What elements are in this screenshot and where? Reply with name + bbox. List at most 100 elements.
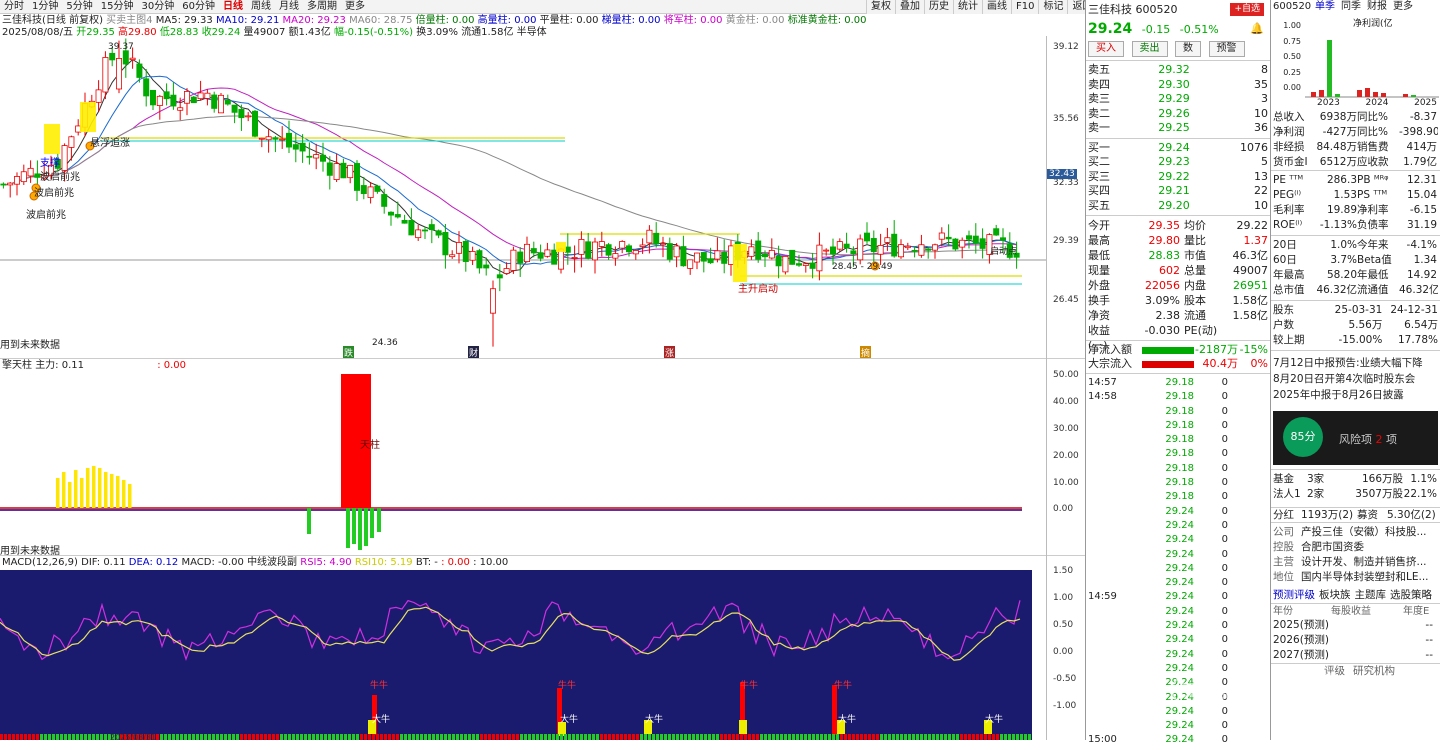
candle-body xyxy=(932,244,939,251)
status-strip xyxy=(676,734,679,740)
candle-body xyxy=(190,96,197,104)
candle-body xyxy=(646,229,653,244)
forecast-head: 年份 每股收益 年度E xyxy=(1271,603,1440,618)
period-tab[interactable]: 多周期 xyxy=(303,0,341,13)
fin-years: 2023 2024 2025 xyxy=(1317,98,1437,108)
status-strip xyxy=(972,734,975,740)
fin-tab[interactable]: 财报 xyxy=(1367,0,1387,14)
candle-body xyxy=(313,154,320,159)
news-item[interactable]: 2025年中报于8月26日披露 xyxy=(1273,387,1438,403)
status-strip xyxy=(860,734,863,740)
fin-tab[interactable]: 更多 xyxy=(1393,0,1413,14)
fq-button[interactable]: 复权 xyxy=(866,0,895,14)
fin-tab[interactable]: 单季 xyxy=(1315,0,1335,14)
status-strip xyxy=(432,734,435,740)
status-strip xyxy=(0,734,3,740)
status-strip xyxy=(804,734,807,740)
sub2-axis: 1.50 1.00 0.50 0.00 -0.50 -1.00 xyxy=(1046,555,1084,740)
status-strip xyxy=(936,734,939,740)
perf-rows: 20日 1.0% 今年来 -4.1% 60日 3.7% Beta值 1.34 年最高 58.20 年… xyxy=(1271,235,1440,300)
count-button[interactable]: 数 xyxy=(1175,41,1201,57)
status-strip xyxy=(848,734,851,740)
period-tab[interactable]: 更多 xyxy=(341,0,369,13)
status-strip xyxy=(384,734,387,740)
bell-icon[interactable]: 🔔 xyxy=(1250,20,1264,38)
candle-body xyxy=(415,229,422,239)
status-strip xyxy=(808,734,811,740)
status-strip xyxy=(1016,734,1019,740)
status-strip xyxy=(560,734,563,740)
status-strip xyxy=(864,734,867,740)
status-strip xyxy=(1000,734,1003,740)
status-strip xyxy=(328,734,331,740)
period-tab[interactable]: 60分钟 xyxy=(178,0,219,13)
period-tab[interactable]: 5分钟 xyxy=(62,0,96,13)
candle-body xyxy=(558,248,565,270)
fin-link[interactable]: 板块族 xyxy=(1319,587,1351,603)
buy-button[interactable]: 买入 xyxy=(1088,41,1124,57)
valuation-row: 毛利率 19.89 净利率 -6.15 xyxy=(1273,204,1437,216)
period-tab[interactable]: 分时 xyxy=(0,0,28,13)
candle-body xyxy=(292,144,299,150)
history-button[interactable]: 历史 xyxy=(924,0,953,14)
period-tab[interactable]: 周线 xyxy=(247,0,275,13)
status-strip xyxy=(940,734,943,740)
sub2-chart[interactable]: 牛牛 牛牛 牛牛 牛牛大牛 大牛 大牛 大牛 大牛 2025/03/31 xyxy=(0,570,1032,740)
tick-list[interactable]: 14:57 29.18 0 14:58 29.18 0 29.18 0 29.18 0 29.18 0… xyxy=(1086,373,1270,750)
risk-text: 风险项 2 项 xyxy=(1339,433,1397,446)
draw-button[interactable]: 画线 xyxy=(982,0,1011,14)
alarm-button[interactable]: 预警 xyxy=(1208,41,1245,57)
overlay-button[interactable]: 叠加 xyxy=(895,0,924,14)
candle-body xyxy=(598,241,605,247)
green-bar xyxy=(358,508,362,550)
fin-link[interactable]: 预测评级 xyxy=(1273,587,1315,603)
status-strip xyxy=(584,734,587,740)
status-strip xyxy=(588,734,591,740)
sell-button[interactable]: 卖出 xyxy=(1131,41,1168,57)
candle-body xyxy=(61,145,68,171)
period-tab[interactable]: 月线 xyxy=(275,0,303,13)
status-strip xyxy=(752,734,755,740)
period-tab[interactable]: 1分钟 xyxy=(28,0,62,13)
sub2-title[interactable]: MACD(12,26,9) xyxy=(2,557,78,568)
candle-body xyxy=(857,238,864,261)
status-strip xyxy=(748,734,751,740)
sub1-title[interactable]: 擎天柱 xyxy=(2,360,32,371)
candle-body xyxy=(680,246,687,267)
add-watchlist-button[interactable]: +自选 xyxy=(1230,3,1264,16)
axis-tick: 26.45 xyxy=(1053,295,1079,305)
yellow-bar xyxy=(116,476,120,508)
mark-button[interactable]: 标记 xyxy=(1038,0,1067,14)
status-strip xyxy=(104,734,107,740)
tick-row: 29.18 0 xyxy=(1165,477,1228,489)
profit-chart: 净利润(亿 1.00 0.75 0.50 0.25 0.00 2023 2024… xyxy=(1271,14,1440,108)
signal-dot xyxy=(85,141,95,151)
period-tab[interactable]: 30分钟 xyxy=(137,0,178,13)
kline-chart[interactable] xyxy=(0,36,1046,358)
fin-tab[interactable]: 同季 xyxy=(1341,0,1361,14)
status-strip xyxy=(696,734,699,740)
stats-button[interactable]: 统计 xyxy=(953,0,982,14)
status-strip xyxy=(720,734,723,740)
status-strip xyxy=(60,734,63,740)
news-item[interactable]: 8月20日召开第4次临时股东会 xyxy=(1273,371,1438,387)
fin-link[interactable]: 主题库 xyxy=(1355,587,1387,603)
news-item[interactable]: 7月12日中报预告:业绩大幅下降 xyxy=(1273,355,1438,371)
period-tab-active[interactable]: 日线 xyxy=(219,0,247,13)
sub1-chart[interactable] xyxy=(0,372,1046,554)
status-strip xyxy=(772,734,775,740)
period-tab[interactable]: 15分钟 xyxy=(97,0,138,13)
candle-body xyxy=(1000,237,1007,241)
status-strip xyxy=(292,734,295,740)
flow-bar xyxy=(1142,347,1194,354)
fin-link[interactable]: 选股策略 xyxy=(1390,587,1432,603)
tick-row: 29.24 0 xyxy=(1165,577,1228,589)
tick-row: 29.18 0 xyxy=(1165,491,1228,503)
status-strip xyxy=(908,734,911,740)
status-strip xyxy=(724,734,727,740)
axis-tick: -0.50 xyxy=(1053,674,1077,684)
risk-box[interactable]: 85分 风险项 2 项 xyxy=(1273,411,1438,465)
f10-button[interactable]: F10 xyxy=(1011,0,1038,14)
indicator-name[interactable]: 买卖主图4 xyxy=(106,15,152,26)
tick-row: 29.24 0 xyxy=(1165,648,1228,660)
